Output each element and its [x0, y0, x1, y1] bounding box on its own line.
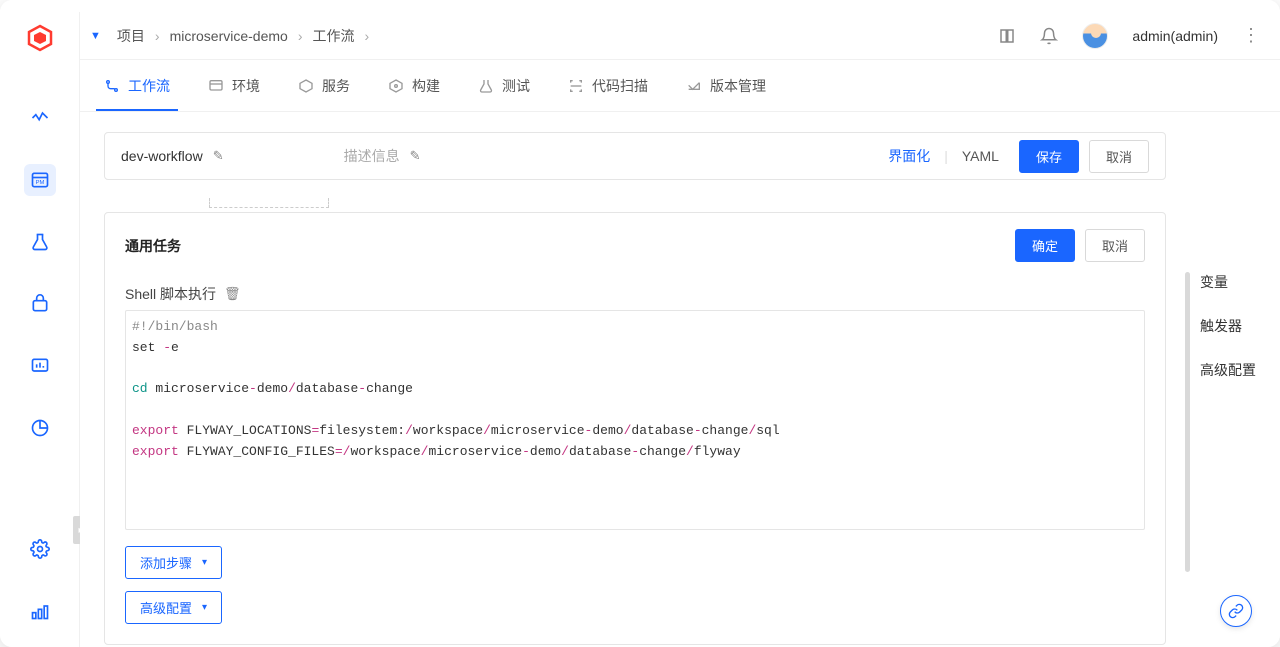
sidebar-monitor-icon[interactable]	[24, 102, 56, 134]
tab-service[interactable]: 服务	[298, 60, 350, 111]
docs-icon[interactable]	[998, 27, 1016, 45]
cancel-button[interactable]: 取消	[1089, 140, 1149, 173]
breadcrumb: ▼ 项目 › microservice-demo › 工作流 ›	[90, 26, 998, 46]
tab-workflow[interactable]: 工作流	[104, 60, 170, 111]
tab-label: 测试	[502, 76, 530, 96]
tab-env[interactable]: 环境	[208, 60, 260, 111]
save-button[interactable]: 保存	[1019, 140, 1079, 173]
sidebar: PM	[0, 12, 80, 647]
tab-version[interactable]: 版本管理	[686, 60, 766, 111]
app-logo	[26, 24, 54, 52]
breadcrumb-section[interactable]: 工作流	[312, 26, 354, 46]
rail-advanced[interactable]: 高级配置	[1200, 360, 1256, 380]
build-icon	[388, 78, 404, 94]
sidebar-test-icon[interactable]	[24, 226, 56, 258]
task-cancel-button[interactable]: 取消	[1085, 229, 1145, 262]
sidebar-stats-icon[interactable]	[24, 412, 56, 444]
advanced-label: 高级配置	[140, 598, 192, 617]
tab-scan[interactable]: 代码扫描	[568, 60, 648, 111]
workflow-header: dev-workflow ✎ 描述信息 ✎ 界面化 | YAML	[104, 132, 1166, 180]
workflow-icon	[104, 78, 120, 94]
bell-icon[interactable]	[1040, 27, 1058, 45]
chevron-down-icon: ▾	[202, 557, 207, 568]
tab-build[interactable]: 构建	[388, 60, 440, 111]
edit-desc-icon[interactable]: ✎	[410, 148, 421, 164]
add-step-button[interactable]: 添加步骤 ▾	[125, 546, 222, 579]
workflow-name: dev-workflow	[121, 148, 203, 164]
breadcrumb-sep: ›	[364, 28, 369, 44]
tab-label: 环境	[232, 76, 260, 96]
tab-test[interactable]: 测试	[478, 60, 530, 111]
tab-label: 工作流	[128, 76, 170, 96]
tab-label: 代码扫描	[592, 76, 648, 96]
tab-label: 服务	[322, 76, 350, 96]
scan-icon	[568, 78, 584, 94]
breadcrumb-sep: ›	[298, 28, 303, 44]
advanced-config-button[interactable]: 高级配置 ▾	[125, 591, 222, 624]
breadcrumb-project[interactable]: microservice-demo	[170, 28, 288, 44]
username: admin(admin)	[1132, 28, 1218, 44]
svg-text:PM: PM	[35, 180, 44, 186]
rail-triggers[interactable]: 触发器	[1200, 316, 1242, 336]
task-card: 通用任务 确定 取消 Shell 脚本执行 🗑 #!/bin/bash set …	[104, 212, 1166, 645]
stage-connector	[209, 198, 329, 208]
tab-label: 构建	[412, 76, 440, 96]
project-switcher-icon[interactable]: ▼	[90, 30, 101, 42]
shell-step-label: Shell 脚本执行	[125, 284, 216, 304]
sidebar-settings-icon[interactable]	[24, 533, 56, 565]
sidebar-resource-icon[interactable]	[24, 595, 56, 627]
edit-name-icon[interactable]: ✎	[213, 148, 224, 164]
mode-yaml[interactable]: YAML	[962, 148, 999, 164]
content-area: dev-workflow ✎ 描述信息 ✎ 界面化 | YAML	[80, 112, 1280, 647]
avatar[interactable]	[1082, 23, 1108, 49]
chevron-down-icon: ▾	[202, 602, 207, 613]
sidebar-dashboard-icon[interactable]	[24, 350, 56, 382]
task-confirm-button[interactable]: 确定	[1015, 229, 1075, 262]
breadcrumb-sep: ›	[155, 28, 160, 44]
add-step-label: 添加步骤	[140, 553, 192, 572]
right-rail: 变量 触发器 高级配置	[1190, 212, 1280, 380]
test-icon	[478, 78, 494, 94]
breadcrumb-root[interactable]: 项目	[117, 26, 145, 46]
trash-icon[interactable]: 🗑	[224, 286, 241, 302]
sidebar-delivery-icon[interactable]	[24, 288, 56, 320]
service-icon	[298, 78, 314, 94]
workflow-desc-placeholder: 描述信息	[344, 146, 400, 166]
sidebar-project-icon[interactable]: PM	[24, 164, 56, 196]
mode-ui[interactable]: 界面化	[888, 146, 930, 166]
main-tabs: 工作流 环境 服务 构建 测试	[80, 60, 1280, 112]
link-fab[interactable]	[1220, 595, 1252, 627]
script-editor[interactable]: #!/bin/bash set -e cd microservice-demo/…	[125, 310, 1145, 530]
topbar: ▼ 项目 › microservice-demo › 工作流 ›	[80, 12, 1280, 60]
version-icon	[686, 78, 702, 94]
task-title: 通用任务	[125, 236, 995, 256]
overflow-menu-icon[interactable]: ⋮	[1242, 25, 1260, 46]
tab-label: 版本管理	[710, 76, 766, 96]
rail-vars[interactable]: 变量	[1200, 272, 1228, 292]
env-icon	[208, 78, 224, 94]
